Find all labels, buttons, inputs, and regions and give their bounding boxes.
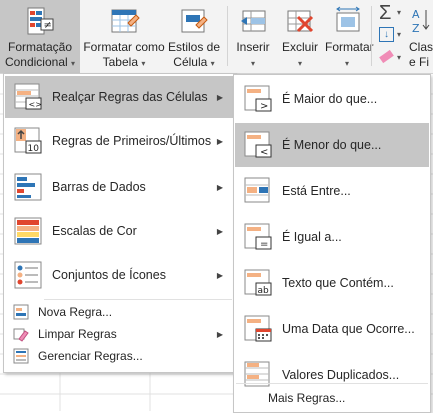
- submenu-item-between[interactable]: Está Entre...: [235, 169, 429, 213]
- submenu-arrow-icon: ▶: [216, 92, 223, 102]
- chevron-down-icon: ▾: [344, 59, 349, 68]
- sort-filter-icon: A Z: [412, 8, 430, 35]
- menu-separator: [44, 299, 232, 300]
- duplicate-values-icon: [244, 361, 270, 387]
- submenu-item-date-occurring[interactable]: Uma Data que Ocorre...: [235, 307, 429, 351]
- text-contains-icon: ab: [244, 269, 272, 296]
- menu-item-top-bottom-rules[interactable]: 10 Regras de Primeiros/Últimos ▶: [5, 120, 235, 162]
- ribbon-separator: [371, 6, 372, 66]
- clear-rules-icon: [13, 328, 29, 342]
- submenu-arrow-icon: ▶: [216, 329, 223, 339]
- menu-separator: [236, 383, 428, 384]
- delete-button[interactable]: Excluir ▾: [275, 0, 325, 73]
- insert-button[interactable]: Inserir ▾: [231, 0, 275, 73]
- menu-item-clear-rules[interactable]: Limpar Regras ▶: [5, 323, 235, 345]
- new-rule-icon: [13, 304, 29, 320]
- svg-text:A: A: [412, 8, 420, 21]
- submenu-item-equal-to[interactable]: = É Igual a...: [235, 215, 429, 259]
- conditional-formatting-button[interactable]: ≠ Formatação Condicional ▾: [0, 0, 80, 73]
- cell-styles-icon: [181, 9, 208, 33]
- chevron-down-icon: ▾: [297, 59, 302, 68]
- manage-rules-icon: [13, 348, 29, 364]
- svg-text:=: =: [260, 239, 268, 250]
- chevron-down-icon: ▾: [250, 59, 255, 68]
- menu-item-manage-rules[interactable]: Gerenciar Regras...: [5, 345, 235, 367]
- conditional-formatting-menu: <> Realçar Regras das Células ▶ 10 Regra…: [3, 73, 237, 373]
- chevron-down-icon: ▾: [141, 59, 146, 68]
- menu-item-highlight-cells-rules[interactable]: <> Realçar Regras das Células ▶: [5, 76, 235, 118]
- svg-text:Z: Z: [412, 22, 420, 35]
- menu-item-new-rule[interactable]: Nova Regra...: [5, 301, 235, 323]
- highlight-cells-rules-submenu: > É Maior do que... < É Menor do que... …: [233, 74, 431, 413]
- submenu-arrow-icon: ▶: [216, 182, 223, 192]
- autosum-icon[interactable]: Σ: [379, 2, 391, 25]
- insert-cells-icon: [241, 10, 266, 32]
- submenu-arrow-icon: ▶: [216, 270, 223, 280]
- menu-item-data-bars[interactable]: Barras de Dados ▶: [5, 166, 235, 208]
- highlight-cells-rules-icon: <>: [14, 83, 42, 110]
- color-scales-icon: [14, 217, 42, 245]
- date-occurring-icon: [244, 315, 272, 342]
- data-bars-icon: [14, 173, 42, 201]
- menu-item-color-scales[interactable]: Escalas de Cor ▶: [5, 210, 235, 252]
- svg-text:>: >: [260, 101, 268, 112]
- conditional-formatting-icon: ≠: [27, 7, 54, 35]
- icon-sets-icon: [14, 261, 42, 289]
- fill-icon[interactable]: ↓: [379, 27, 394, 42]
- fill-dropdown[interactable]: ▾: [397, 30, 401, 39]
- svg-text:<: <: [260, 147, 268, 158]
- autosum-dropdown[interactable]: ▾: [397, 8, 401, 17]
- submenu-item-greater-than[interactable]: > É Maior do que...: [235, 77, 429, 121]
- clear-eraser-icon[interactable]: [379, 49, 394, 64]
- menu-item-icon-sets[interactable]: Conjuntos de Ícones ▶: [5, 254, 235, 296]
- svg-text:ab: ab: [258, 286, 270, 296]
- svg-text:<>: <>: [29, 100, 42, 109]
- format-as-table-icon: [111, 9, 140, 33]
- chevron-down-icon: ▾: [210, 59, 215, 68]
- format-cells-icon: [336, 6, 360, 32]
- submenu-arrow-icon: ▶: [216, 136, 223, 146]
- ribbon: ≠ Formatação Condicional ▾ Formatar como T…: [0, 0, 433, 74]
- submenu-arrow-icon: ▶: [216, 226, 223, 236]
- sort-filter-button[interactable]: Clas e Fi: [409, 40, 433, 70]
- top-bottom-rules-icon: 10: [14, 127, 42, 154]
- equal-to-icon: =: [244, 223, 272, 250]
- less-than-icon: <: [244, 131, 272, 158]
- cell-styles-button[interactable]: Estilos de Célula ▾: [166, 0, 222, 73]
- between-icon: [244, 177, 270, 203]
- delete-cells-icon: [287, 10, 314, 33]
- svg-text:10: 10: [28, 144, 40, 154]
- clear-dropdown[interactable]: ▾: [397, 53, 401, 62]
- ribbon-separator: [227, 6, 228, 66]
- greater-than-icon: >: [244, 85, 272, 112]
- submenu-item-text-contains[interactable]: ab Texto que Contém...: [235, 261, 429, 305]
- chevron-down-icon: ▾: [71, 59, 76, 68]
- format-as-table-button[interactable]: Formatar como Tabela ▾: [82, 0, 166, 73]
- submenu-item-more-rules[interactable]: Mais Regras...: [235, 387, 429, 409]
- svg-text:≠: ≠: [44, 20, 52, 31]
- format-button[interactable]: Formatar ▾: [325, 0, 374, 73]
- submenu-item-less-than[interactable]: < É Menor do que...: [235, 123, 429, 167]
